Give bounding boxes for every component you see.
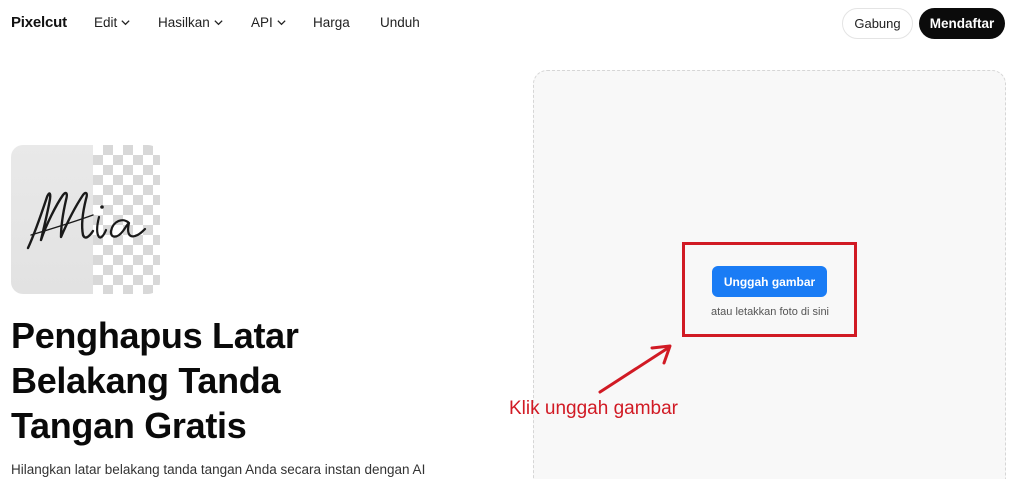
pixelcut-logo[interactable]: Pixelcut (11, 14, 67, 31)
chevron-down-icon (277, 20, 286, 26)
nav-item-unduh[interactable]: Unduh (380, 15, 420, 30)
chevron-down-icon (121, 20, 130, 26)
signup-button[interactable]: Mendaftar (919, 8, 1005, 39)
nav-item-label: Edit (94, 15, 118, 30)
signature-example-image (11, 145, 160, 294)
nav-item-label: Unduh (380, 15, 420, 30)
top-nav: Pixelcut Edit Hasilkan API Harga Unduh G… (0, 0, 1024, 46)
nav-item-label: Hasilkan (158, 15, 210, 30)
annotation-arrow-icon (598, 344, 672, 394)
page-title: Penghapus Latar Belakang Tanda Tangan Gr… (11, 315, 299, 446)
nav-item-harga[interactable]: Harga (313, 15, 350, 30)
nav-item-hasilkan[interactable]: Hasilkan (158, 15, 224, 30)
annotation-highlight-box (682, 242, 857, 337)
annotation-caption: Klik unggah gambar (509, 398, 678, 419)
nav-item-edit[interactable]: Edit (94, 15, 131, 30)
login-button[interactable]: Gabung (842, 8, 913, 39)
nav-item-label: API (251, 15, 273, 30)
signature-drawing (26, 191, 147, 250)
nav-item-label: Harga (313, 15, 350, 30)
page-subtitle: Hilangkan latar belakang tanda tangan An… (11, 462, 426, 477)
chevron-down-icon (214, 20, 223, 26)
nav-item-api[interactable]: API (251, 15, 287, 30)
